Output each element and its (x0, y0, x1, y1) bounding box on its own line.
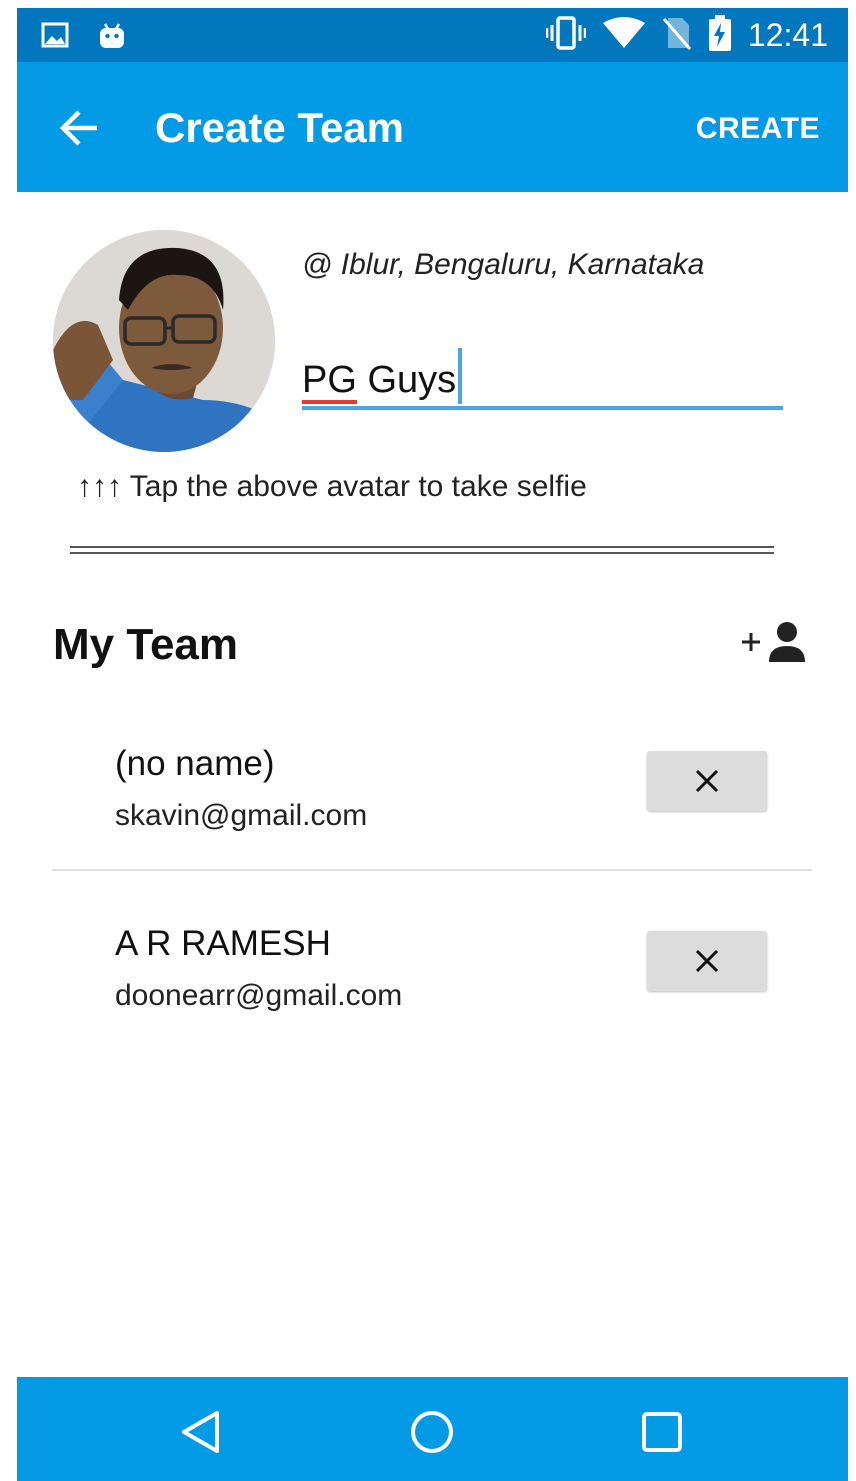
row-divider (52, 869, 812, 871)
team-name-input[interactable]: PG Guys (302, 338, 783, 410)
team-name-word-2: Guys (356, 359, 457, 401)
section-divider (70, 546, 774, 554)
nav-home-button[interactable] (407, 1407, 457, 1457)
avatar-hint: ↑↑↑ Tap the above avatar to take selfie (77, 470, 587, 503)
vibrate-icon (545, 15, 587, 55)
close-icon (695, 769, 719, 793)
text-cursor (458, 348, 463, 404)
remove-member-button[interactable] (647, 751, 767, 811)
status-time: 12:41 (747, 16, 828, 53)
add-member-button[interactable] (739, 620, 811, 664)
member-email: skavin@gmail.com (115, 799, 368, 832)
image-icon (41, 22, 69, 55)
avatar[interactable] (53, 230, 275, 452)
team-member-row: (no name) skavin@gmail.com (52, 728, 812, 878)
back-button[interactable] (57, 106, 101, 150)
member-name: (no name) (115, 744, 275, 783)
back-triangle-icon (182, 1411, 219, 1453)
create-button[interactable]: CREATE (696, 112, 820, 146)
team-name-word-1: PG (302, 359, 357, 401)
nav-back-button[interactable] (177, 1407, 227, 1457)
app-bar: Create Team CREATE (17, 62, 848, 192)
team-heading: My Team (53, 620, 239, 669)
member-email: doonearr@gmail.com (115, 979, 403, 1012)
selfie-photo (53, 230, 275, 452)
location-text: @ Iblur, Bengaluru, Karnataka (302, 248, 705, 281)
wifi-icon (602, 16, 646, 54)
device-screen: 12:41 Create Team CREATE @ Iblur, Bengal… (17, 8, 848, 1481)
team-name-value: PG Guys (302, 348, 463, 404)
add-person-icon (742, 622, 805, 662)
page-title: Create Team (155, 104, 405, 151)
recents-square-icon (642, 1412, 682, 1452)
member-name: A R RAMESH (115, 924, 331, 963)
battery-charging-icon (708, 14, 732, 56)
home-circle-icon (411, 1411, 453, 1453)
close-icon (695, 949, 719, 973)
arrow-left-icon (59, 110, 97, 146)
team-member-row: A R RAMESH doonearr@gmail.com (52, 908, 812, 1058)
navigation-bar (17, 1377, 848, 1481)
nav-recents-button[interactable] (637, 1407, 687, 1457)
android-icon (97, 22, 127, 55)
no-sim-icon (662, 16, 692, 55)
remove-member-button[interactable] (647, 931, 767, 991)
status-bar: 12:41 (17, 8, 848, 62)
